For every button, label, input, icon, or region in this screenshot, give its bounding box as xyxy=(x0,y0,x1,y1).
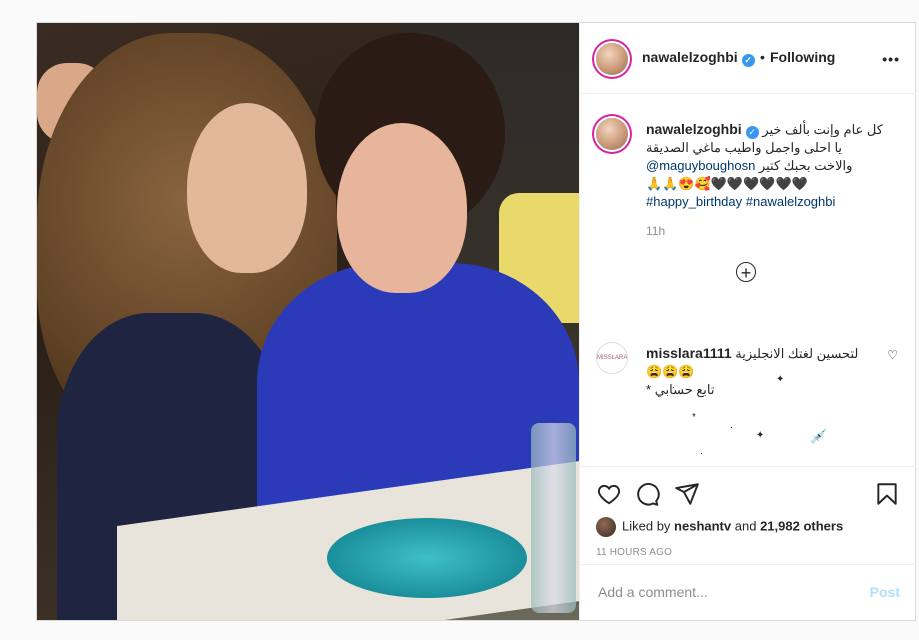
share-paper-plane-icon[interactable] xyxy=(674,481,700,507)
caption-line-3: والاخت بحبك كتير xyxy=(758,158,853,173)
like-heart-icon[interactable] xyxy=(596,481,622,507)
sparkle-icon: ✦ xyxy=(756,430,765,441)
follow-separator: • xyxy=(760,49,765,65)
likes-count-link[interactable]: 21,982 others xyxy=(760,518,843,533)
caption-emoji-line: 🙏🙏😍🥰🖤🖤🖤🖤🖤🖤 xyxy=(646,176,808,191)
verified-badge-icon: ✓ xyxy=(741,54,755,67)
hashtag-link[interactable]: #happy_birthday xyxy=(646,194,742,209)
following-button[interactable]: Following xyxy=(770,49,835,65)
comment-bubble-icon[interactable] xyxy=(634,481,660,507)
mention-link[interactable]: @maguyboughosn xyxy=(646,158,755,173)
post-timestamp[interactable]: 11 HOURS AGO xyxy=(596,547,672,558)
photo-person-left-face xyxy=(187,103,307,273)
post-header: nawalelzoghbi ✓ • Following ••• xyxy=(580,23,916,94)
caption-line-2: يا احلى واجمل واطيب ماغي الصديقة xyxy=(646,140,843,155)
comment-input[interactable] xyxy=(596,583,840,601)
sparkle-icon: ✦ xyxy=(776,374,785,385)
comment-like-heart-icon[interactable]: ♡ xyxy=(887,348,898,362)
more-options-icon[interactable]: ••• xyxy=(882,51,900,67)
syringe-icon: 💉 xyxy=(810,428,828,444)
photo-plate xyxy=(327,518,527,598)
add-comment-bar: Post xyxy=(580,564,916,621)
decoration-dot: . xyxy=(672,380,675,391)
caption-username[interactable]: nawalelzoghbi xyxy=(646,121,742,137)
caption-text: nawalelzoghbi ✓ كل عام وإنت بألف خير يا ا… xyxy=(646,120,902,211)
decoration-dot: . xyxy=(700,446,703,457)
post-photo[interactable] xyxy=(37,23,579,620)
author-avatar[interactable] xyxy=(596,43,628,75)
comments-section[interactable]: nawalelzoghbi ✓ كل عام وإنت بألف خير يا ا… xyxy=(580,94,916,466)
post-comment-button[interactable]: Post xyxy=(870,584,900,600)
caption-avatar[interactable] xyxy=(596,118,628,150)
post-sidebar: nawalelzoghbi ✓ • Following ••• nawalelzo… xyxy=(579,23,916,620)
caption-time[interactable]: 11h xyxy=(646,224,665,238)
photo-glass xyxy=(531,423,576,613)
liked-by-prefix: Liked by xyxy=(622,518,671,534)
decoration-asterisk: * xyxy=(692,412,696,423)
liker-username[interactable]: neshantv xyxy=(674,518,731,533)
photo-person-right-face xyxy=(337,123,467,293)
commenter-avatar[interactable]: MISSLARA xyxy=(596,342,628,374)
load-more-comments-icon[interactable]: + xyxy=(736,262,756,283)
decoration-dot: . xyxy=(730,420,733,431)
actions-bar: Liked by neshantv and 21,982 others 11 H… xyxy=(580,466,916,621)
comment-text: misslara1111 لتحسين لغتك الانجليزية 😩😩😩 … xyxy=(646,344,876,399)
comment-item: MISSLARA misslara1111 لتحسين لغتك الانجل… xyxy=(580,320,916,466)
liked-by-summary: Liked by neshantv and 21,982 others xyxy=(596,517,843,537)
post-card: nawalelzoghbi ✓ • Following ••• nawalelzo… xyxy=(36,22,916,621)
verified-badge-icon: ✓ xyxy=(745,126,759,139)
comment-body-2: تابع حسابي xyxy=(654,382,715,397)
caption-line-1: كل عام وإنت بألف خير xyxy=(762,122,883,137)
author-username[interactable]: nawalelzoghbi ✓ xyxy=(642,49,755,67)
save-bookmark-icon[interactable] xyxy=(874,481,900,507)
comment-asterisk: * xyxy=(646,382,652,397)
liker-avatar[interactable] xyxy=(596,517,616,537)
hashtag-link[interactable]: #nawalelzoghbi xyxy=(746,194,836,209)
commenter-username[interactable]: misslara1111 xyxy=(646,345,732,361)
liked-by-and: and xyxy=(734,518,757,534)
